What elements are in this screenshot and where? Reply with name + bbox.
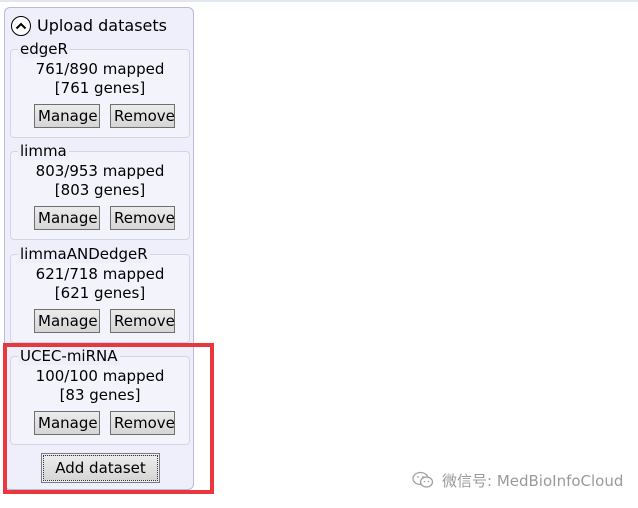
dataset-genes: [83 genes]	[59, 386, 141, 404]
panel-header[interactable]: Upload datasets	[11, 15, 167, 37]
remove-button[interactable]: Remove	[110, 104, 175, 128]
wechat-icon	[412, 471, 434, 488]
remove-button[interactable]: Remove	[110, 206, 175, 230]
top-divider	[0, 0, 638, 2]
panel-title: Upload datasets	[37, 16, 167, 35]
manage-button[interactable]: Manage	[34, 309, 100, 333]
dataset-mapped: 100/100 mapped	[35, 367, 165, 385]
dataset-genes: [761 genes]	[54, 79, 146, 97]
dataset-genes: [803 genes]	[54, 181, 146, 199]
manage-button[interactable]: Manage	[34, 206, 100, 230]
chevron-up-icon[interactable]	[11, 16, 31, 36]
dataset-mapped: 621/718 mapped	[35, 265, 165, 283]
remove-button[interactable]: Remove	[110, 309, 175, 333]
remove-button[interactable]: Remove	[110, 411, 175, 435]
dataset-mapped: 761/890 mapped	[35, 60, 165, 78]
manage-button[interactable]: Manage	[34, 104, 100, 128]
dataset-genes: [621 genes]	[54, 284, 146, 302]
dataset-name: limmaANDedgeR	[18, 245, 150, 263]
watermark-text: 微信号: MedBioInfoCloud	[442, 471, 624, 490]
add-dataset-button[interactable]: Add dataset	[41, 453, 160, 483]
manage-button[interactable]: Manage	[34, 411, 100, 435]
dataset-mapped: 803/953 mapped	[35, 162, 165, 180]
dataset-name: limma	[18, 142, 69, 160]
upload-datasets-panel: Upload datasets edgeR 761/890 mapped [76…	[4, 7, 194, 490]
watermark: 微信号: MedBioInfoCloud	[412, 470, 623, 490]
dataset-name: UCEC-miRNA	[18, 347, 120, 365]
dataset-name: edgeR	[18, 40, 70, 58]
